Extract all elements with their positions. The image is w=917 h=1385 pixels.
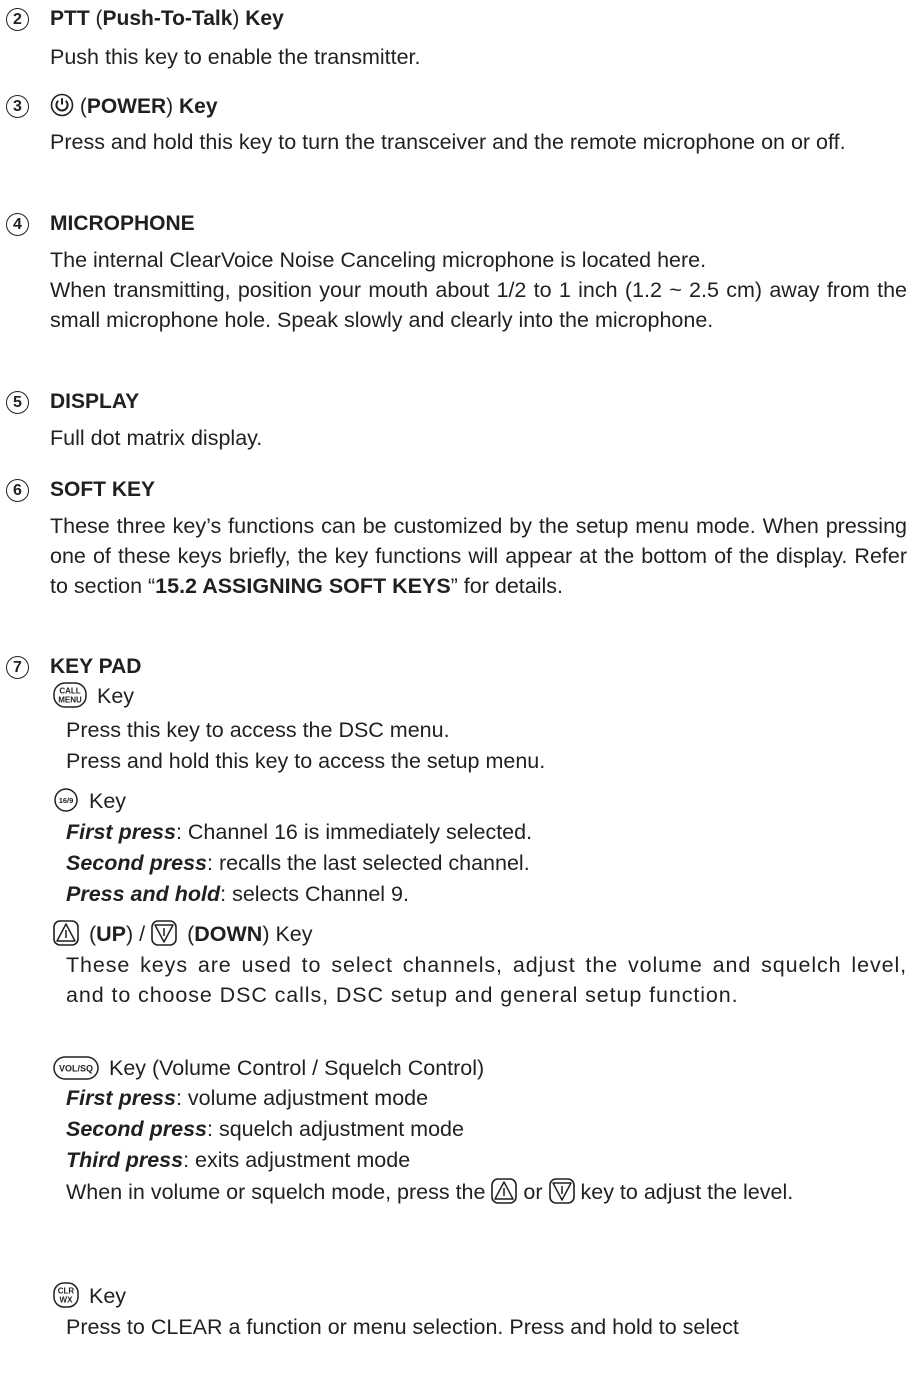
ch16-key-heading: 16/9 Key [53,787,126,820]
item-number: 3 [6,95,29,118]
item-number: 7 [6,656,29,679]
key-description: Second press: squelch adjustment mode [66,1117,464,1141]
section-title: SOFT KEY [50,478,156,501]
section-body: Full dot matrix display. [50,426,263,450]
key-description: Press this key to access the DSC menu. [66,718,450,742]
section-reference: 15.2 ASSIGNING SOFT KEYS [155,574,451,598]
down-key-icon [151,920,177,953]
item-number: 4 [6,213,29,236]
key-description: When in volume or squelch mode, press th… [66,1177,907,1212]
item-number: 2 [6,8,29,31]
vol-sq-key-heading: VOL/SQ Key (Volume Control / Squelch Con… [53,1054,484,1087]
section-title: MICROPHONE [50,212,195,235]
vol-sq-key-icon: VOL/SQ [53,1056,99,1087]
power-icon [50,93,74,124]
svg-text:16/9: 16/9 [59,796,74,805]
key-description: Third press: exits adjustment mode [66,1148,411,1172]
key-description: Second press: recalls the last selected … [66,851,530,875]
ch16-key-icon: 16/9 [53,787,79,820]
key-description: First press: Channel 16 is immediately s… [66,820,533,844]
item-number: 6 [6,479,29,502]
section-title: KEY PAD [50,655,142,678]
key-description: First press: volume adjustment mode [66,1086,429,1110]
svg-text:MENU: MENU [58,696,82,705]
up-down-key-heading: (UP) / (DOWN) Key [53,920,313,953]
section-body: The internal ClearVoice Noise Canceling … [50,248,707,272]
down-key-icon [548,1178,575,1212]
item-number: 5 [6,391,29,414]
svg-text:CLR: CLR [58,1287,75,1296]
call-menu-key-heading: CALL MENU Key [53,682,134,715]
section-body: Press and hold this key to turn the tran… [50,130,846,154]
key-description: Press and hold: selects Channel 9. [66,882,409,906]
section-title: (POWER) Key [50,93,218,124]
svg-text:CALL: CALL [59,687,80,696]
section-body: These three key’s functions can be custo… [50,514,907,598]
section-body: When transmitting, position your mouth a… [50,278,907,332]
call-menu-key-icon: CALL MENU [53,682,87,715]
section-title: PTT (Push-To-Talk) Key [50,7,284,30]
key-description: Press to CLEAR a function or menu select… [66,1315,739,1339]
svg-text:VOL/SQ: VOL/SQ [59,1064,93,1074]
section-title: DISPLAY [50,390,140,413]
clr-wx-key-heading: CLR WX Key [53,1282,126,1315]
up-key-icon [53,920,79,953]
up-key-icon [491,1178,518,1212]
key-description: Press and hold this key to access the se… [66,749,546,773]
clr-wx-key-icon: CLR WX [53,1282,79,1315]
svg-text:WX: WX [60,1296,74,1305]
section-body: Push this key to enable the transmitter. [50,45,421,69]
key-description: These keys are used to select channels, … [66,953,907,1007]
